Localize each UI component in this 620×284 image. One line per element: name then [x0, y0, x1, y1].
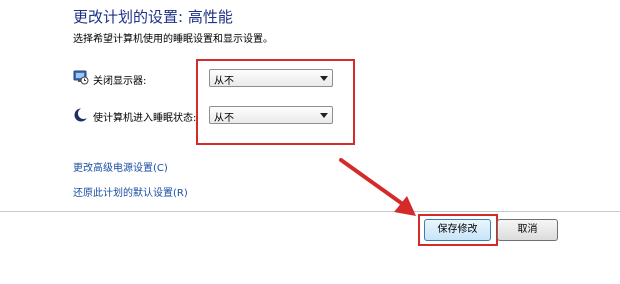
annotation-arrow-icon: [339, 158, 416, 216]
save-button[interactable]: 保存修改: [424, 219, 491, 241]
cancel-button[interactable]: 取消: [497, 219, 558, 241]
